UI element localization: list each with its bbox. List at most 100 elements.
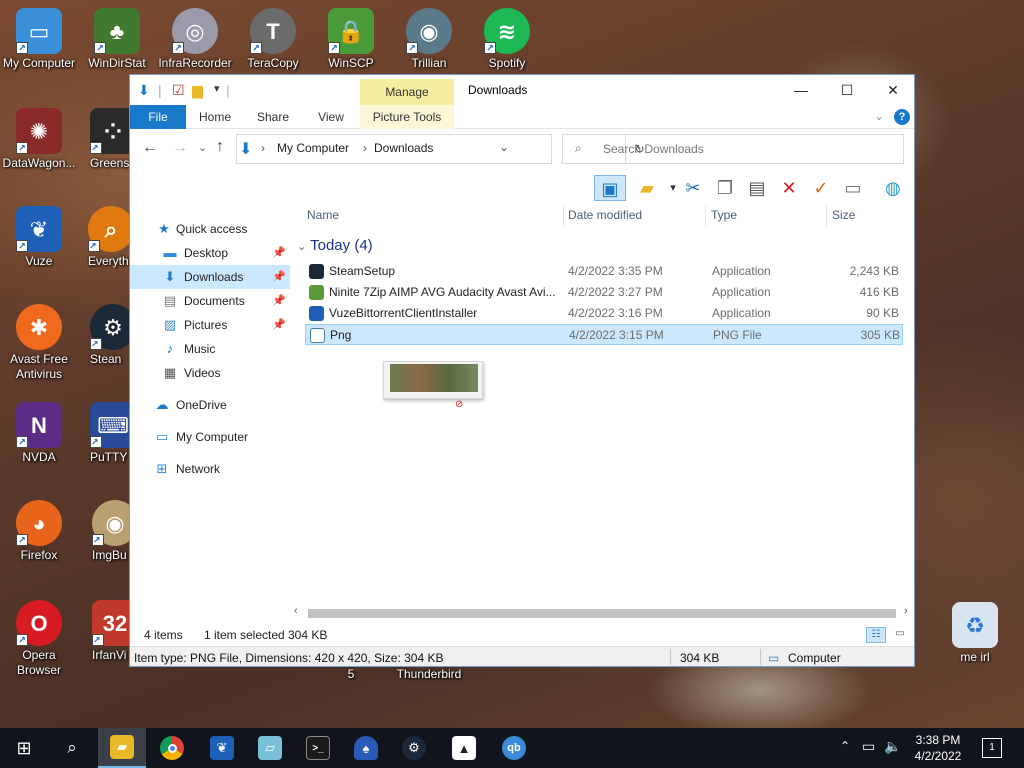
address-bar[interactable]: ⬇ › My Computer › Downloads ⌄ ↻	[236, 134, 645, 164]
taskbar-photos[interactable]: ▲	[440, 728, 488, 768]
desktop-icon-everything[interactable]: ⌕ ↗ Everyth	[78, 206, 130, 269]
file-row[interactable]: Ninite 7Zip AIMP AVG Audacity Avast Avi.…	[305, 282, 903, 303]
group-header-today[interactable]: ⌄ Today (4)	[297, 235, 373, 257]
volume-icon[interactable]: 🔈	[884, 738, 901, 755]
close-button[interactable]: ✕	[870, 75, 914, 105]
paste-icon[interactable]: ▤	[744, 175, 770, 201]
taskbar-terminal[interactable]: >_	[294, 728, 342, 768]
nav-music[interactable]: ♪ Music	[130, 337, 290, 361]
column-header-date[interactable]: Date modified	[568, 205, 642, 225]
collapse-chevron-icon[interactable]: ⌄	[297, 241, 306, 253]
new-folder-icon[interactable]: ▆	[192, 82, 203, 99]
desktop-icon-datawagon[interactable]: ✺ ↗ DataWagon...	[0, 108, 78, 171]
nav-quick-access[interactable]: ★ Quick access	[130, 217, 290, 241]
desktop-icon-imgburn[interactable]: ◉ ↗ ImgBu	[78, 500, 130, 563]
file-row[interactable]: SteamSetup 4/2/2022 3:35 PM Application …	[305, 261, 903, 282]
rename-check-icon[interactable]: ✓	[808, 175, 834, 201]
taskbar-qbittorrent[interactable]: qb	[490, 728, 538, 768]
desktop-icon-irfanview[interactable]: 32 ↗ IrfanVi	[78, 600, 130, 663]
nav-documents[interactable]: ▤ Documents 📌	[130, 289, 290, 313]
scroll-left-icon[interactable]: ‹	[294, 605, 298, 617]
taskbar-file-explorer[interactable]: ▰	[98, 728, 146, 768]
delete-icon[interactable]: ✕	[776, 175, 802, 201]
back-arrow-icon[interactable]: ←	[142, 139, 158, 157]
desktop-icon-spotify[interactable]: ≋ ↗ Spotify	[468, 8, 546, 71]
desktop-icon-vuze[interactable]: ❦ ↗ Vuze	[0, 206, 78, 269]
network-status-icon[interactable]: ▭	[862, 738, 875, 755]
nav-downloads[interactable]: ⬇ Downloads 📌	[130, 265, 290, 289]
copy-icon[interactable]: ❐	[712, 175, 738, 201]
column-divider[interactable]	[563, 205, 564, 227]
desktop-icon-windirstat[interactable]: ♣ ↗ WinDirStat	[78, 8, 156, 71]
column-divider[interactable]	[705, 205, 706, 227]
chevron-down-icon[interactable]: ⌄	[874, 109, 884, 123]
desktop-icon-my-computer[interactable]: ▭ ↗ My Computer	[0, 8, 78, 71]
tab-view[interactable]: View	[302, 105, 360, 129]
file-row-selected[interactable]: Png 4/2/2022 3:15 PM PNG File 305 KB	[305, 324, 903, 345]
desktop-icon-steam[interactable]: ⚙ ↗ Stean	[78, 304, 130, 367]
cut-icon[interactable]: ✂	[680, 175, 706, 201]
up-arrow-icon[interactable]: ↑	[216, 138, 224, 156]
desktop-icon-trillian[interactable]: ◉ ↗ Trillian	[390, 8, 468, 71]
preview-pane-icon[interactable]: ▣	[594, 175, 626, 201]
recent-locations-chevron-icon[interactable]: ⌄	[198, 141, 207, 154]
breadcrumb-downloads[interactable]: Downloads	[374, 141, 433, 155]
taskbar-notepad[interactable]: ▱	[246, 728, 294, 768]
tab-file[interactable]: File	[130, 105, 186, 129]
scrollbar-thumb[interactable]	[308, 609, 896, 618]
quick-access-dropdown-icon[interactable]: ▾	[214, 82, 220, 95]
desktop-icon-thunderbird[interactable]: Thunderbird	[390, 667, 468, 682]
nav-pictures[interactable]: ▨ Pictures 📌	[130, 313, 290, 337]
taskbar-steam[interactable]: ⚙	[390, 728, 438, 768]
desktop-icon-nvda[interactable]: N ↗ NVDA	[0, 402, 78, 465]
nav-my-computer[interactable]: ▭ My Computer	[130, 425, 290, 449]
forward-arrow-icon[interactable]: →	[172, 139, 188, 157]
desktop-icon-firefox[interactable]: ◕ ↗ Firefox	[0, 500, 78, 563]
start-button[interactable]: ⊞	[0, 728, 48, 768]
folder-options-icon[interactable]: ▰	[634, 175, 660, 201]
nav-videos[interactable]: ▦ Videos	[130, 361, 290, 385]
address-dropdown-icon[interactable]: ⌄	[499, 140, 509, 154]
search-box[interactable]: ⌕ Search Downloads	[562, 134, 904, 164]
tab-picture-tools[interactable]: Picture Tools	[360, 105, 454, 129]
taskbar-chrome[interactable]	[148, 728, 196, 768]
show-hidden-icons-chevron-icon[interactable]: ⌃	[840, 739, 850, 753]
column-divider[interactable]	[826, 205, 827, 227]
desktop-icon-infrarecorder[interactable]: ◎ ↗ InfraRecorder	[156, 8, 234, 71]
chevron-right-icon[interactable]: ›	[261, 141, 265, 155]
desktop-icon-recycle-bin[interactable]: ♻ me irl	[936, 602, 1014, 665]
download-arrow-icon[interactable]: ⬇	[138, 82, 150, 99]
help-icon[interactable]: ?	[894, 109, 910, 125]
desktop-icon-putty[interactable]: ⌨ ↗ PuTTY	[78, 402, 130, 465]
horizontal-scrollbar[interactable]: ‹ ›	[290, 605, 914, 623]
desktop-icon-greenshot[interactable]: ⁘↗ Greensh	[78, 108, 130, 171]
column-header-type[interactable]: Type	[711, 205, 737, 225]
maximize-button[interactable]: ☐	[824, 75, 870, 105]
nav-desktop[interactable]: ▬ Desktop 📌	[130, 241, 290, 265]
desktop-icon-teracopy[interactable]: T ↗ TeraCopy	[234, 8, 312, 71]
desktop-icon-winscp[interactable]: 🔒 ↗ WinSCP	[312, 8, 390, 71]
breadcrumb-my-computer[interactable]: My Computer	[277, 141, 349, 155]
taskbar-blue-app[interactable]: ♠	[342, 728, 390, 768]
select-all-icon[interactable]: ▭	[840, 175, 866, 201]
tab-share[interactable]: Share	[244, 105, 302, 129]
action-center-icon[interactable]: 1	[982, 738, 1002, 758]
column-header-name[interactable]: Name	[307, 205, 339, 225]
minimize-button[interactable]: —	[778, 75, 824, 105]
nav-onedrive[interactable]: ☁ OneDrive	[130, 393, 290, 417]
manage-context-tab[interactable]: Manage	[360, 79, 454, 105]
chevron-right-icon[interactable]: ›	[363, 141, 367, 155]
system-clock[interactable]: 3:38 PM 4/2/2022	[906, 732, 970, 764]
column-header-size[interactable]: Size	[832, 205, 855, 225]
large-icons-view-icon[interactable]: ▭	[890, 627, 910, 643]
file-row[interactable]: VuzeBittorrentClientInstaller 4/2/2022 3…	[305, 303, 903, 324]
desktop-icon-avast[interactable]: ✱ Avast Free Antivirus	[0, 304, 78, 382]
desktop-icon-opera[interactable]: O ↗ Opera Browser	[0, 600, 78, 678]
properties-icon[interactable]: ☑	[172, 82, 185, 99]
scroll-right-icon[interactable]: ›	[904, 605, 908, 617]
network-globe-icon[interactable]: ◍	[880, 175, 906, 201]
details-view-icon[interactable]: ☷	[866, 627, 886, 643]
tab-home[interactable]: Home	[186, 105, 244, 129]
taskbar-vuze[interactable]: ❦	[198, 728, 246, 768]
nav-network[interactable]: ⊞ Network	[130, 457, 290, 481]
